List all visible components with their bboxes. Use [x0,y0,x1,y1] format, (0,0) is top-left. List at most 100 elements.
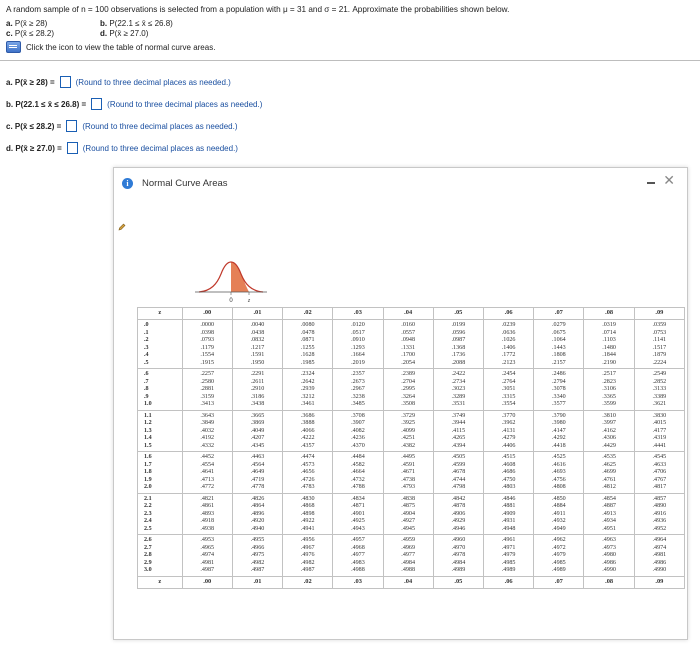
area-cell: .3790.3980.4147.4292.4418 [533,409,585,452]
header-cell-3: .02 [282,307,334,320]
area-cell: .2357.2673.2967.3238.3485 [332,368,384,411]
area-cell: .3686.3888.4066.4222.4357 [282,409,334,452]
area-cell: .4452.4554.4641.4713.4772 [181,451,233,494]
area-cell: .4846.4881.4909.4931.4948 [483,492,535,535]
z-value-cell: 1.6 1.7 1.8 1.9 2.0 [137,451,183,494]
z-table-row-group: .6.7.8.9 1.0.2257.2580.2881.3159.3413.229… [137,368,686,411]
footer-cell-3: .02 [282,575,334,589]
area-cell: .2291.2611.2910.3186.3438 [231,368,284,411]
pencil-icon[interactable] [118,223,126,231]
footer-cell-4: .03 [332,575,384,589]
z-table-row-group: .0.1.2.3.4.5.0000.0398.0793.1179.1554.19… [137,319,686,369]
footer-cell-0: z [137,575,183,589]
area-cell: .4960.4970.4978.4984.4989 [432,534,485,577]
area-cell: .4962.4972.4979.4985.4989 [533,534,585,577]
area-cell: .4463.4564.4649.4719.4778 [231,451,284,494]
area-cell: .4484.4582.4664.4732.4788 [332,451,384,494]
area-cell: .0160.0557.0948.1331.1700.2054 [382,319,434,369]
answer-d-input[interactable] [66,142,78,154]
area-cell: .4495.4591.4671.4738.4793 [382,451,434,494]
area-cell: .0199.0596.0987.1368.1736.2088 [432,319,485,369]
area-cell: .2454.2764.3051.3315.3554 [483,368,535,411]
part-b: b. P(22.1 ≤ x̄ ≤ 26.8) [100,19,173,28]
answer-b-row: b. P(22.1 ≤ x̄ ≤ 26.8) = (Round to three… [6,98,262,110]
answer-c-input[interactable] [66,120,78,132]
area-cell: .4959.4969.4977.4984.4988 [382,534,434,577]
area-cell: .4545.4633.4706.4767.4817 [633,451,686,494]
footer-cell-6: .05 [432,575,485,589]
z-table-row-group: 1.6 1.7 1.8 1.9 2.0.4452.4554.4641.4713.4772… [137,451,686,494]
area-cell: .4850.4884.4911.4932.4949 [533,492,585,535]
answer-b-hint: (Round to three decimal places as needed… [107,99,263,109]
header-cell-2: .01 [231,307,284,320]
z-value-cell: .0.1.2.3.4.5 [137,319,183,369]
area-cell: .4956.4967.4976.4982.4987 [282,534,334,577]
answer-b-label: b. P(22.1 ≤ x̄ ≤ 26.8) = [6,99,87,109]
answer-a-row: a. P(x̄ ≥ 28) = (Round to three decimal … [6,76,231,88]
area-cell: .4535.4625.4699.4761.4812 [583,451,635,494]
area-cell: .3729.3925.4099.4251.4382 [382,409,434,452]
curve-shaded-area [231,262,249,292]
area-cell: .2324.2642.2939.3212.3461 [282,368,334,411]
area-cell: .2389.2704.2995.3264.3508 [382,368,434,411]
area-cell: .4964.4974.4981.4986.4990 [633,534,686,577]
curve-label-z: z [247,298,251,304]
answer-a-input[interactable] [59,76,71,88]
z-value-cell: 2.6 2.7 2.8 2.9 3.0 [137,534,183,577]
area-cell: .4474.4573.4656.4726.4783 [282,451,334,494]
area-cell: .0359.0753.1141.1517.1879.2224 [633,319,686,369]
area-cell: .4854.4887.4913.4934.4951 [583,492,635,535]
answer-d-hint: (Round to three decimal places as needed… [82,143,238,153]
answer-a-hint: (Round to three decimal places as needed… [75,77,231,87]
close-icon[interactable]: ✕ [663,172,675,189]
area-cell: .3749.3944.4115.4265.4394 [432,409,485,452]
divider [0,60,700,61]
z-table-row-group: 2.1 2.2 2.3 2.4 2.5.4821.4861.4893.4918.4938… [137,492,686,535]
area-cell: .4515.4608.4686.4750.4803 [483,451,535,494]
table-icon[interactable] [6,41,21,53]
area-cell: .3810.3997.4162.4306.4429 [583,409,635,452]
part-c: c. P(x̄ ≤ 28.2) [6,29,54,38]
footer-cell-7: .06 [483,575,535,589]
part-a: a. P(x̄ ≥ 28) [6,19,48,28]
dialog-title: Normal Curve Areas [142,178,228,189]
header-cell-7: .06 [483,307,535,320]
area-cell: .0120.0517.0910.1293.1664.2019 [332,319,384,369]
footer-cell-5: .04 [382,575,434,589]
normal-curve-dialog: i Normal Curve Areas ✕ 0 z z .00.01.02.03… [113,167,688,640]
area-cell: .3665.3869.4049.4207.4345 [231,409,284,452]
area-cell: .0040.0438.0832.1217.1591.1950 [231,319,284,369]
z-value-cell: 1.1 1.2 1.3 1.4 1.5 [137,409,183,452]
answer-a-label: a. P(x̄ ≥ 28) = [6,77,55,87]
area-cell: .0080.0478.0871.1255.1628.1985 [282,319,334,369]
z-value-cell: 2.1 2.2 2.3 2.4 2.5 [137,492,183,535]
z-table-row-group: 2.6 2.7 2.8 2.9 3.0.4953.4965.4974.4981.4987… [137,534,686,577]
area-cell: .4505.4599.4678.4744.4798 [432,451,485,494]
answer-b-input[interactable] [91,98,103,110]
area-cell: .4821.4861.4893.4918.4938 [181,492,233,535]
area-cell: .4838.4875.4904.4927.4945 [382,492,434,535]
header-cell-10: .09 [633,307,686,320]
footer-cell-10: .09 [633,575,686,589]
footer-cell-8: .07 [533,575,585,589]
normal-curve-figure: 0 z [195,261,267,304]
area-cell: .4826.4864.4896.4920.4940 [231,492,284,535]
z-table-header: z .00.01.02.03.04.05.06.07.08.09 [137,307,686,320]
minimize-icon[interactable] [647,182,655,184]
area-cell: .3708.3907.4082.4236.4370 [332,409,384,452]
area-cell: .4525.4616.4693.4756.4808 [533,451,585,494]
area-cell: .4842.4878.4906.4929.4946 [432,492,485,535]
answer-d-row: d. P(x̄ ≥ 27.0) = (Round to three decima… [6,142,238,154]
area-cell: .4834.4871.4901.4925.4943 [332,492,384,535]
answer-d-label: d. P(x̄ ≥ 27.0) = [6,143,62,153]
answer-c-row: c. P(x̄ ≤ 28.2) = (Round to three decima… [6,120,238,132]
z-table-row-group: 1.1 1.2 1.3 1.4 1.5.3643.3849.4032.4192.4332… [137,409,686,452]
area-cell: .4953.4965.4974.4981.4987 [181,534,233,577]
part-d: d. P(x̄ ≥ 27.0) [100,29,149,38]
table-link[interactable]: Click the icon to view the table of norm… [6,41,215,53]
header-cell-8: .07 [533,307,585,320]
area-cell: .3830.4015.4177.4319.4441 [633,409,686,452]
area-cell: .4857.4890.4916.4936.4952 [633,492,686,535]
area-cell: .2486.2794.3078.3340.3577 [533,368,585,411]
area-cell: .2422.2734.3023.3289.3531 [432,368,485,411]
